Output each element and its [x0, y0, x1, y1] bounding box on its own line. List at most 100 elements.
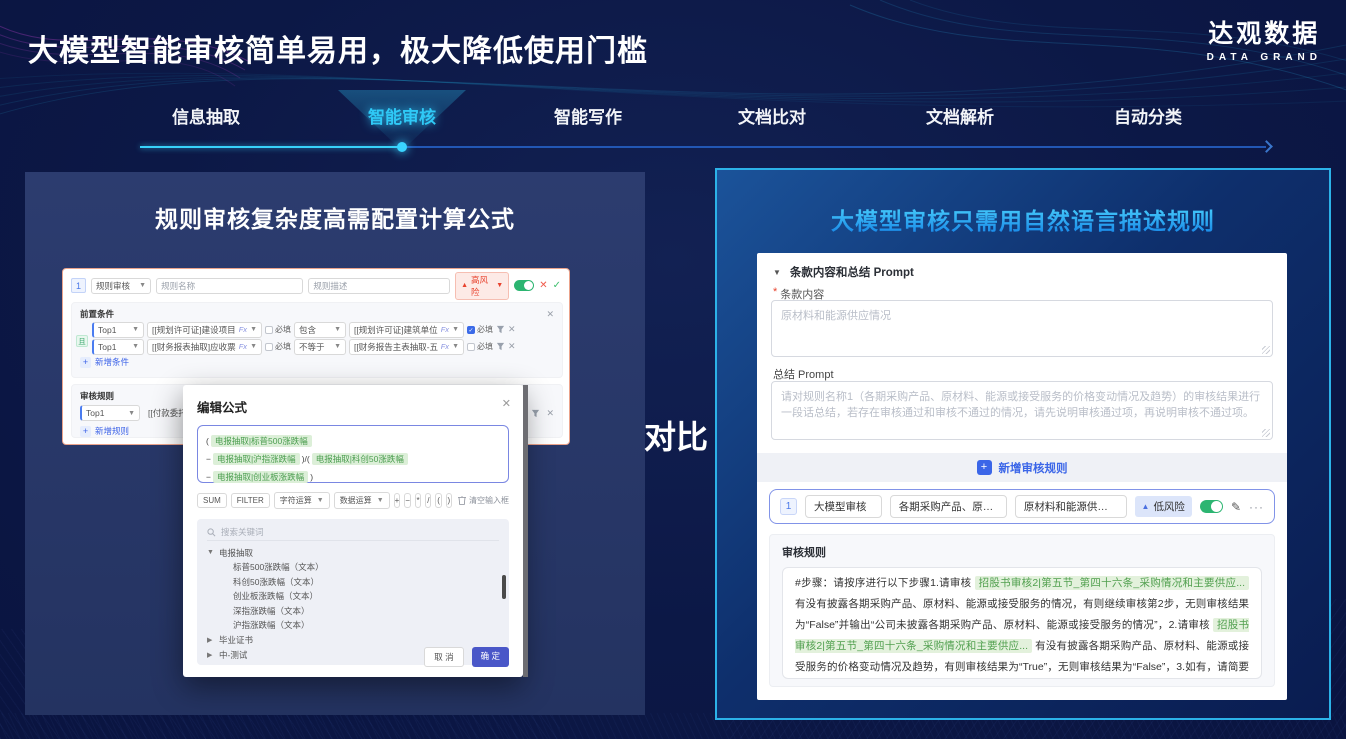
right-field-select[interactable]: [[财务报告主表抽取-五元组]...Fx▼ — [349, 339, 464, 355]
tab-auto-classification[interactable]: 自动分类 — [1098, 103, 1198, 128]
scope-select[interactable]: Top1▼ — [80, 405, 140, 421]
field-token-chip[interactable]: 电报抽取|科创50涨跌幅 — [312, 453, 408, 465]
required-checkbox[interactable]: 必填 — [265, 324, 291, 335]
resize-handle[interactable] — [1262, 346, 1270, 354]
delete-condition-icon[interactable]: ✕ — [508, 341, 516, 352]
filter-icon[interactable] — [496, 325, 505, 334]
tree-item[interactable]: 创业板涨跌幅（文本） — [207, 589, 499, 604]
brand-logo-en: DATA GRAND — [1207, 52, 1322, 63]
minus-operator-button[interactable]: − — [404, 493, 411, 508]
compare-label: 对比 — [636, 412, 716, 458]
required-checkbox-checked[interactable]: ✓必填 — [467, 324, 493, 335]
caret-right-icon: ▶ — [207, 651, 214, 659]
open-paren-button[interactable]: ( — [435, 493, 441, 508]
sum-button[interactable]: SUM — [197, 493, 227, 508]
scope-select[interactable]: Top1▼ — [92, 322, 144, 338]
field-token-chip[interactable]: 电报抽取|创业板涨跌幅 — [213, 471, 308, 483]
tab-document-parsing[interactable]: 文档解析 — [910, 103, 1010, 128]
edit-icon[interactable]: ✎ — [1231, 500, 1241, 514]
risk-level-select-high[interactable]: ▲ 高风险 ▼ — [455, 272, 509, 300]
tree-group-diploma[interactable]: ▶毕业证书 — [207, 633, 499, 648]
rule-desc-input[interactable]: 规则描述 — [308, 278, 450, 294]
field-reference-chip[interactable]: 招股书审核2|第五节_第四十六条_采购情况和主要供应... — [975, 576, 1249, 590]
close-icon[interactable]: ✕ — [546, 309, 554, 320]
search-input[interactable]: 搜索关键词 — [207, 524, 499, 541]
tree-group-telegraph[interactable]: ▼电报抽取 — [207, 545, 499, 560]
chevron-down-icon: ▼ — [314, 497, 324, 504]
rule-type-box[interactable]: 大模型审核 — [805, 495, 882, 518]
field-token-chip[interactable]: 电报抽取|沪指涨跌幅 — [213, 453, 300, 465]
operator-select[interactable]: 包含▼ — [294, 322, 346, 338]
fx-icon: Fx — [438, 325, 449, 334]
rule-enabled-toggle[interactable] — [514, 280, 534, 291]
filter-icon[interactable] — [531, 409, 540, 418]
review-rule-text[interactable]: #步骤：请按序进行以下步骤1.请审核 招股书审核2|第五节_第四十六条_采购情况… — [782, 567, 1262, 679]
confirm-rule-icon[interactable]: ✓ — [553, 280, 561, 291]
clear-input-button[interactable]: 清空输入框 — [458, 495, 509, 506]
left-field-select[interactable]: [[财务报表抽取]应收票据及应...Fx▼ — [147, 339, 262, 355]
clause-section-header[interactable]: ▼ 条款内容和总结 Prompt — [773, 264, 914, 280]
timeline-dim-segment — [402, 146, 1266, 148]
confirm-button[interactable]: 确 定 — [472, 647, 509, 667]
dialog-title: 编辑公式 — [197, 397, 509, 416]
scrollbar[interactable] — [523, 385, 528, 677]
tab-document-compare[interactable]: 文档比对 — [722, 103, 822, 128]
rule-type-select[interactable]: 规则审核▼ — [91, 278, 151, 294]
risk-level-badge-low[interactable]: ▲ 低风险 — [1135, 496, 1192, 517]
scope-select[interactable]: Top1▼ — [92, 339, 144, 355]
operator-select[interactable]: 不等于▼ — [294, 339, 346, 355]
rule-clause-box[interactable]: 原材料和能源供应情况 — [1015, 495, 1127, 518]
add-condition-button[interactable]: + 新增条件 — [80, 356, 562, 368]
clause-textarea[interactable]: 原材料和能源供应情况 — [771, 300, 1273, 357]
brand-logo: 达观数据 DATA GRAND — [1207, 14, 1322, 63]
close-paren-button[interactable]: ) — [446, 493, 452, 508]
right-field-select[interactable]: [[规划许可证]建筑单位（个人...Fx▼ — [349, 322, 464, 338]
delete-rule-icon[interactable]: ✕ — [539, 280, 547, 291]
checkbox-icon — [265, 326, 273, 334]
tree-item[interactable]: 科创50涨跌幅（文本） — [207, 575, 499, 590]
filter-button[interactable]: FILTER — [231, 493, 270, 508]
resize-handle[interactable] — [1262, 429, 1270, 437]
tab-intelligent-review[interactable]: 智能审核 — [352, 103, 452, 128]
timeline-arrow-icon — [1260, 140, 1273, 153]
required-checkbox[interactable]: 必填 — [467, 341, 493, 352]
required-checkbox[interactable]: 必填 — [265, 341, 291, 352]
plus-operator-button[interactable]: + — [394, 493, 401, 508]
rule-enabled-toggle[interactable] — [1200, 500, 1223, 513]
more-options-icon[interactable]: ··· — [1249, 500, 1264, 514]
tree-item[interactable]: 深指涨跌幅（文本） — [207, 604, 499, 619]
condition-row: Top1▼ [[财务报表抽取]应收票据及应...Fx▼ 必填 不等于▼ [[财务… — [92, 339, 556, 354]
scrollbar-thumb[interactable] — [502, 575, 506, 599]
precondition-title: 前置条件 — [80, 308, 114, 320]
chevron-down-icon: ▼ — [331, 326, 341, 333]
tab-info-extraction[interactable]: 信息抽取 — [156, 103, 256, 128]
left-field-select[interactable]: [[规划许可证]建设项目名称（...Fx▼ — [147, 322, 262, 338]
tree-item[interactable]: 沪指涨跌幅（文本） — [207, 618, 499, 633]
delete-condition-icon[interactable]: ✕ — [508, 324, 516, 335]
filter-icon[interactable] — [496, 342, 505, 351]
rule-name-box[interactable]: 各期采购产品、原材料、... — [890, 495, 1007, 518]
condition-row: Top1▼ [[规划许可证]建设项目名称（...Fx▼ 必填 包含▼ [[规划许… — [92, 322, 556, 337]
rule-name-input[interactable]: 规则名称 — [156, 278, 303, 294]
close-icon[interactable]: ✕ — [502, 397, 511, 410]
summary-prompt-textarea[interactable]: 请对规则名称1（各期采购产品、原材料、能源或接受服务的价格变动情况及趋势）的审核… — [771, 381, 1273, 440]
tree-item[interactable]: 标普500涨跌幅（文本） — [207, 560, 499, 575]
fx-icon: Fx — [236, 342, 247, 351]
checkbox-checked-icon: ✓ — [467, 326, 475, 334]
chevron-down-icon: ▼ — [136, 282, 146, 289]
divide-operator-button[interactable]: / — [425, 493, 431, 508]
checkbox-icon — [467, 343, 475, 351]
data-ops-select[interactable]: 数据运算▼ — [334, 492, 390, 509]
cancel-button[interactable]: 取 消 — [424, 647, 463, 667]
multiply-operator-button[interactable]: * — [415, 493, 421, 508]
fx-icon: Fx — [236, 325, 247, 334]
checkbox-icon — [265, 343, 273, 351]
precondition-section: 前置条件 ✕ 且 Top1▼ [[规划许可证]建设项目名称（...Fx▼ 必填 … — [71, 302, 563, 378]
add-review-rule-button[interactable]: + 新增审核规则 — [757, 453, 1287, 482]
tab-intelligent-writing[interactable]: 智能写作 — [538, 103, 638, 128]
field-token-chip[interactable]: 电报抽取|标普500涨跌幅 — [211, 435, 312, 447]
slide: 大模型智能审核简单易用，极大降低使用门槛 达观数据 DATA GRAND 信息抽… — [0, 0, 1346, 739]
delete-rule-icon[interactable]: ✕ — [546, 408, 554, 419]
formula-input[interactable]: (电报抽取|标普500涨跌幅−电报抽取|沪指涨跌幅)/(电报抽取|科创50涨跌幅… — [197, 425, 509, 483]
string-ops-select[interactable]: 字符运算▼ — [274, 492, 330, 509]
